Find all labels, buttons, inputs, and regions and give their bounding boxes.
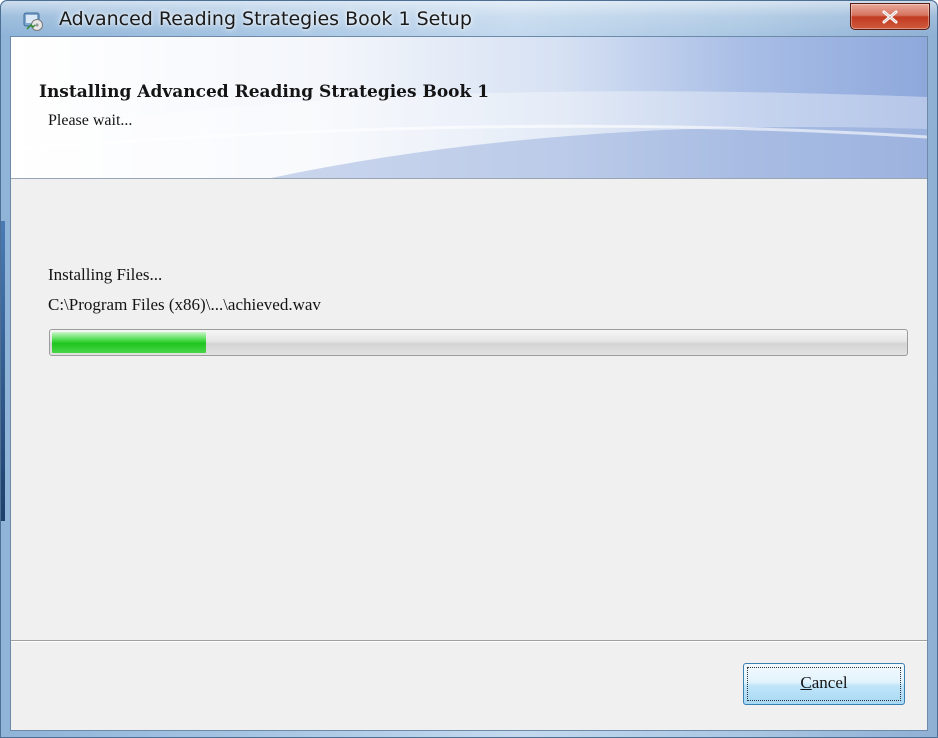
banner-subtitle: Please wait... [48,112,133,129]
background-edge [1,221,5,521]
focus-ring [747,667,901,701]
cancel-button[interactable]: Cancel [743,663,905,705]
window-title: Advanced Reading Strategies Book 1 Setup [59,8,472,30]
footer-separator [11,640,927,642]
status-label: Installing Files... [48,265,163,284]
setup-window: Advanced Reading Strategies Book 1 Setup… [0,0,938,738]
close-icon [882,10,898,24]
install-progress-bar [49,329,908,356]
installer-icon [23,12,43,31]
banner-title: Installing Advanced Reading Strategies B… [39,82,490,102]
banner-swoosh-graphic [11,91,927,178]
current-file-path: C:\Program Files (x86)\...\achieved.wav [48,295,321,314]
dialog-body: Installing Advanced Reading Strategies B… [10,36,928,731]
progress-fill [52,332,206,353]
close-button[interactable] [850,3,930,30]
title-bar[interactable]: Advanced Reading Strategies Book 1 Setup [1,1,937,35]
header-banner: Installing Advanced Reading Strategies B… [11,37,927,179]
